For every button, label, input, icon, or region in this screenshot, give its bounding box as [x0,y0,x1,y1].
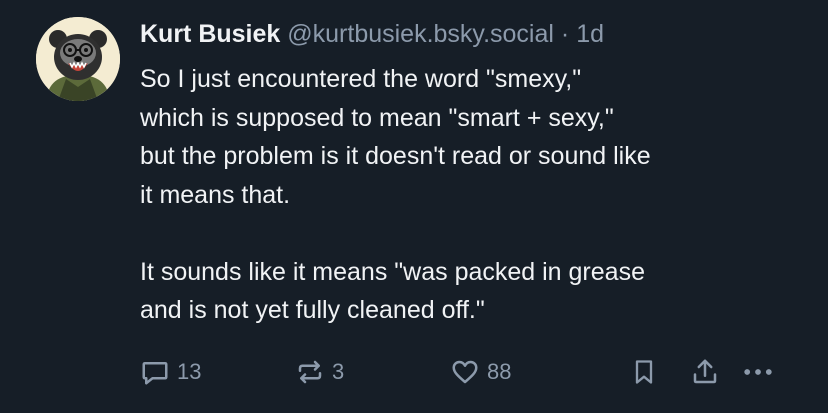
post-actions: 13 3 88 [0,352,828,392]
repost-arrows-icon [298,360,322,384]
post-text-line: It sounds like it means "was packed in g… [140,257,645,286]
ellipsis-icon [744,369,772,375]
author-name[interactable]: Kurt Busiek [140,20,280,48]
author-handle[interactable]: @kurtbusiek.bsky.social [287,20,554,48]
post-text-line: and is not yet fully cleaned off." [140,296,485,324]
post-timestamp[interactable]: 1d [576,20,604,48]
post-header: Kurt Busiek @kurtbusiek.bsky.social · 1d [140,15,604,53]
post-text-line: but the problem is it doesn't read or so… [140,142,651,170]
bear-avatar-icon [36,17,120,101]
avatar[interactable] [36,17,120,101]
heart-icon [452,360,478,384]
like-count: 88 [487,359,512,384]
bookmark-icon [635,360,653,384]
post-text-line: it means that. [140,180,291,209]
post-text-line: which is supposed to mean "smart + sexy,… [140,103,614,132]
share-button[interactable] [690,352,720,392]
share-upload-icon [693,359,717,384]
repost-count: 3 [332,359,345,384]
post-text: So I just encountered the word "smexy," … [140,60,810,330]
more-options-button[interactable] [740,352,776,392]
speech-bubble-icon [142,362,168,385]
post-text-line: So I just encountered the word "smexy," [140,65,582,93]
separator-dot: · [560,20,570,48]
post-card[interactable]: Kurt Busiek @kurtbusiek.bsky.social · 1d… [0,0,828,413]
like-button[interactable]: 88 [450,352,511,392]
reply-button[interactable]: 13 [140,352,201,392]
repost-button[interactable]: 3 [295,352,344,392]
bookmark-button[interactable] [630,352,658,392]
reply-count: 13 [177,359,202,384]
